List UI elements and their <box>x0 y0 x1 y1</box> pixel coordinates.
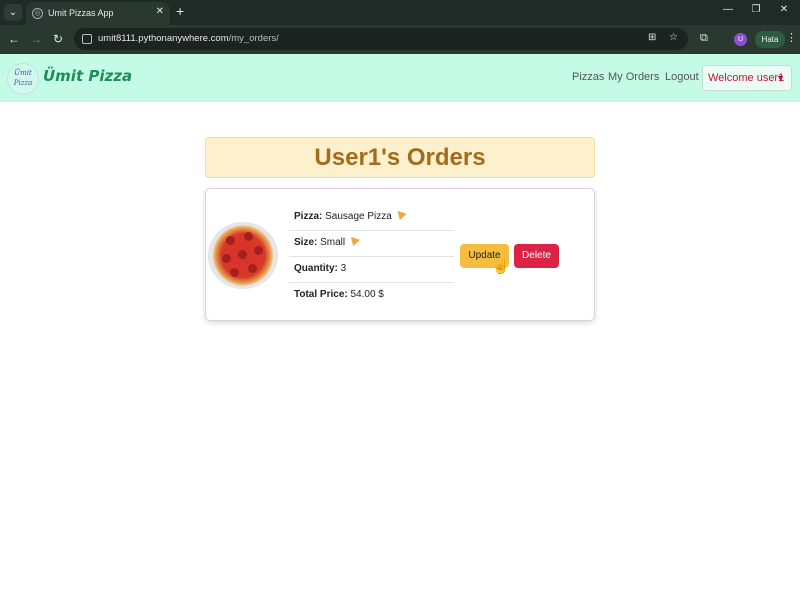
detail-pizza: Pizza: Sausage Pizza <box>289 205 454 231</box>
pizza-label: Pizza: <box>294 211 323 222</box>
detail-total-price: Total Price: 54.00 $ <box>289 283 454 309</box>
price-value: 54.00 $ <box>350 289 384 300</box>
site-info-icon[interactable] <box>82 34 92 44</box>
forward-icon[interactable]: → <box>28 31 44 47</box>
close-icon[interactable]: ✕ <box>156 6 164 17</box>
avatar[interactable]: U <box>734 33 747 46</box>
url-path: /my_orders/ <box>228 33 279 44</box>
quantity-value: 3 <box>340 263 347 274</box>
pizza-slice-icon <box>350 237 360 246</box>
pepperoni-topping <box>244 232 253 241</box>
pizza-image <box>208 222 278 289</box>
detail-size: Size: Small <box>289 231 454 257</box>
order-details: Pizza: Sausage Pizza Size: Small Quantit… <box>289 205 454 309</box>
nav-link-logout[interactable]: Logout <box>665 71 699 83</box>
url-input[interactable]: umit8111.pythonanywhere.com/my_orders/ ⊞… <box>74 28 688 50</box>
back-icon[interactable]: ← <box>6 31 22 47</box>
close-window-icon[interactable]: ✕ <box>774 4 794 15</box>
status-badge[interactable]: Hata <box>755 31 785 48</box>
size-label: Size: <box>294 237 318 248</box>
site-navbar: Ümit Pizza Ümit Pizza Pizzas My Orders L… <box>0 54 800 102</box>
caret-down-icon: ▼ <box>776 73 785 83</box>
tab-list-icon[interactable]: ⌄ <box>4 4 22 21</box>
pepperoni-topping <box>226 236 235 245</box>
pepperoni-topping <box>254 246 263 255</box>
browser-tab[interactable]: ◎ Umit Pizzas App ✕ <box>26 2 170 25</box>
reload-icon[interactable]: ↻ <box>50 31 66 47</box>
pepperoni-topping <box>230 268 239 277</box>
delete-button[interactable]: Delete <box>514 244 559 268</box>
logo[interactable]: Ümit Pizza <box>7 63 39 95</box>
quantity-label: Quantity: <box>294 263 338 274</box>
pepperoni-topping <box>238 250 247 259</box>
translate-icon[interactable]: ⊞ <box>648 32 656 43</box>
browser-tab-bar: ⌄ ◎ Umit Pizzas App ✕ + — ❐ ✕ <box>0 0 800 25</box>
minimize-icon[interactable]: — <box>718 4 738 15</box>
nav-link-pizzas[interactable]: Pizzas <box>572 71 604 83</box>
size-value: Small <box>320 237 346 248</box>
nav-link-my-orders[interactable]: My Orders <box>608 71 659 83</box>
extensions-icon[interactable]: ⧉ <box>700 32 708 45</box>
logo-text-line1: Ümit <box>14 69 32 77</box>
globe-icon: ◎ <box>32 8 43 19</box>
plus-icon[interactable]: + <box>176 3 184 19</box>
logo-text-line2: Pizza <box>13 79 33 87</box>
restore-icon[interactable]: ❐ <box>746 4 766 15</box>
detail-quantity: Quantity: 3 <box>289 257 454 283</box>
page-title: User1's Orders <box>314 144 486 171</box>
url-host: umit8111.pythonanywhere.com <box>98 33 229 44</box>
pepperoni-topping <box>248 264 257 273</box>
kebab-menu-icon[interactable]: ⋮ <box>786 31 797 44</box>
tab-title: Umit Pizzas App <box>48 8 114 18</box>
orders-heading-box: User1's Orders <box>205 137 595 178</box>
hand-cursor-icon: ☝ <box>492 258 510 274</box>
order-card: Pizza: Sausage Pizza Size: Small Quantit… <box>205 188 595 321</box>
pepperoni-topping <box>222 254 231 263</box>
star-icon[interactable]: ☆ <box>669 32 678 43</box>
brand-name[interactable]: Ümit Pizza <box>43 67 132 85</box>
user-menu-dropdown[interactable]: Welcome user1 ▼ <box>702 65 792 91</box>
pizza-slice-icon <box>397 211 407 220</box>
price-label: Total Price: <box>294 289 348 300</box>
address-bar-row: ← → ↻ umit8111.pythonanywhere.com/my_ord… <box>0 25 800 54</box>
pizza-value: Sausage Pizza <box>325 211 392 222</box>
welcome-label: Welcome user1 <box>708 72 785 84</box>
